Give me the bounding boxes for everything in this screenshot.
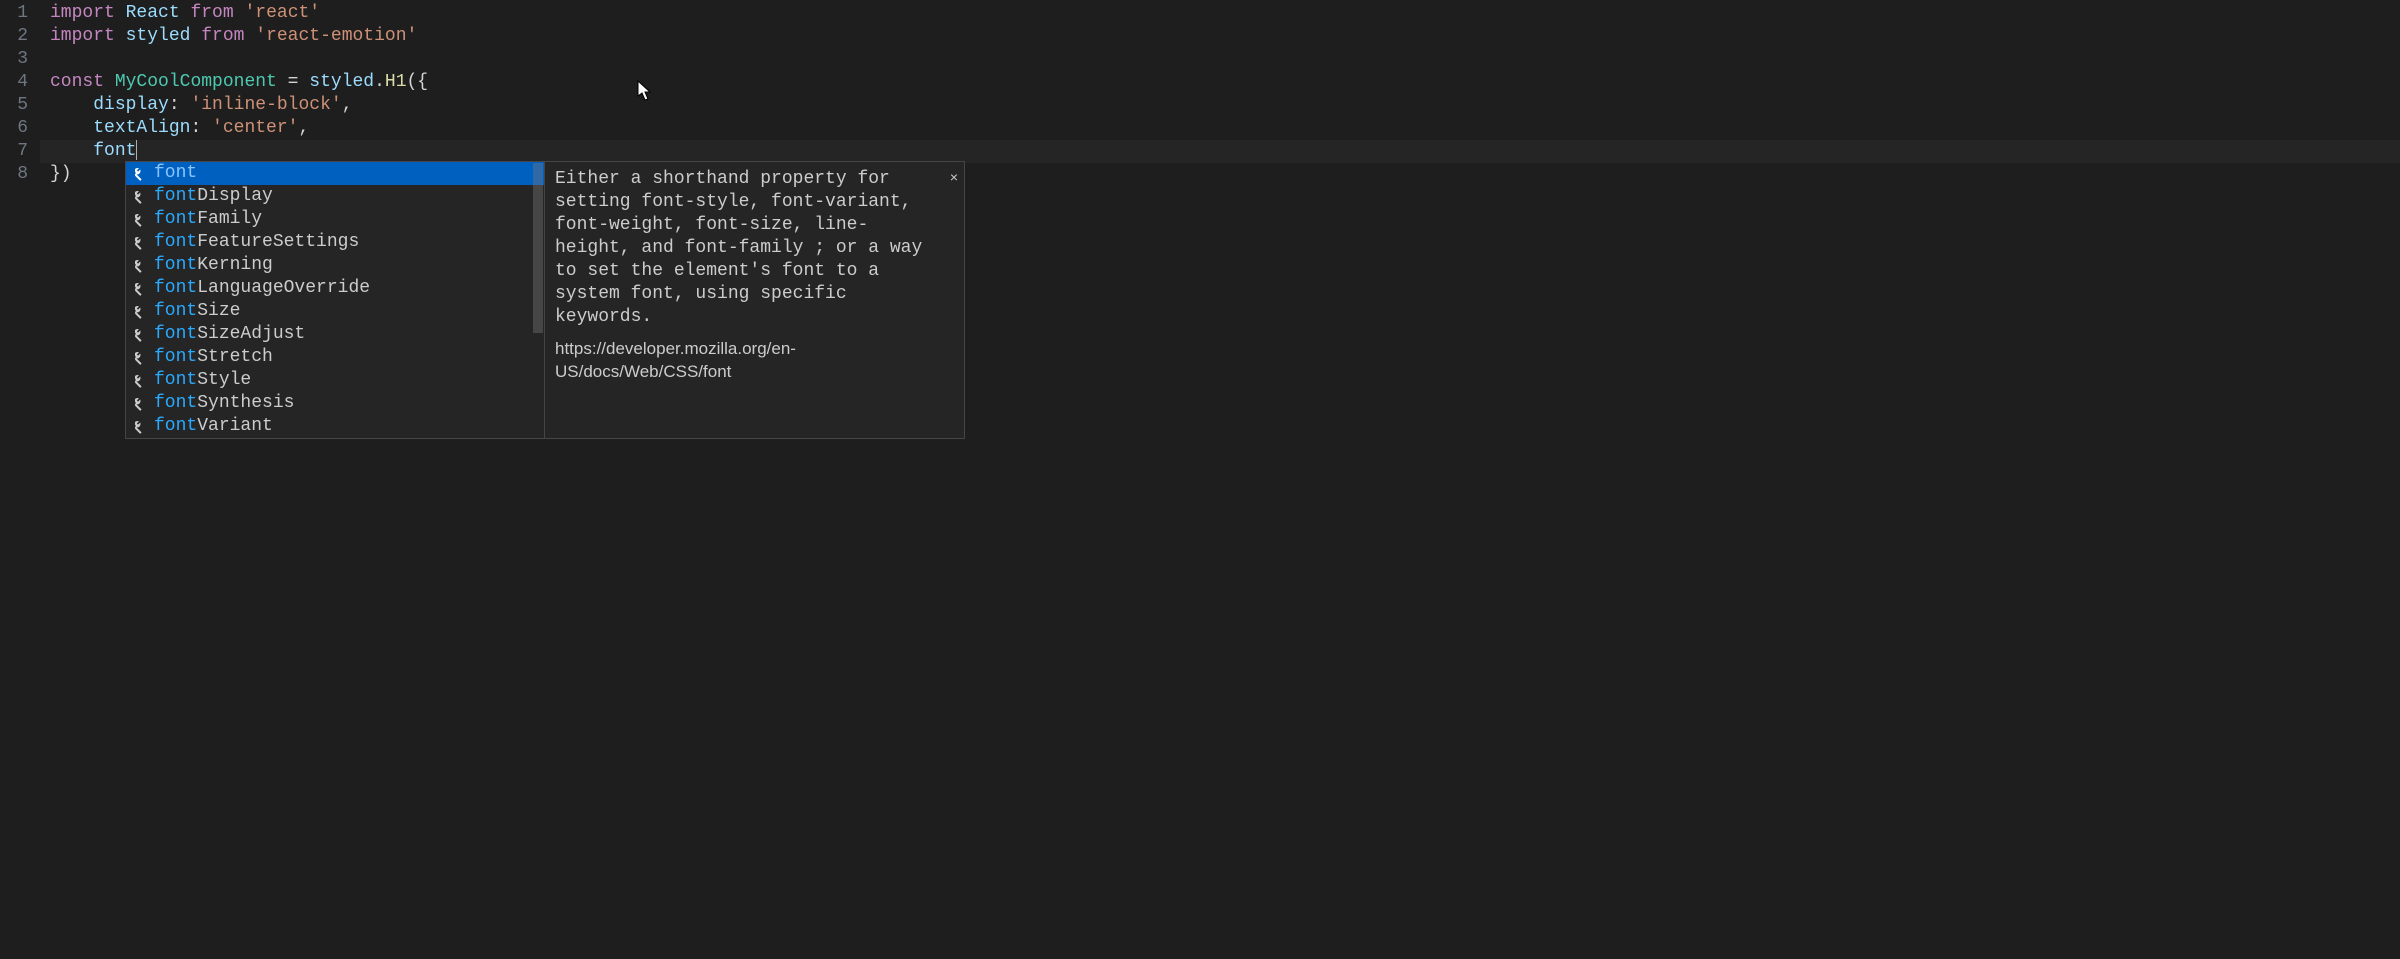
autocomplete-item-label: fontFamily: [154, 208, 262, 231]
indent: [50, 141, 93, 161]
line-number: 6: [0, 117, 28, 140]
line-number: 8: [0, 163, 28, 186]
autocomplete-item-label: fontVariant: [154, 415, 273, 438]
code-line-active[interactable]: font: [40, 140, 2400, 163]
code-line[interactable]: [40, 48, 2400, 71]
autocomplete-item-label: font: [154, 162, 197, 185]
brace: }): [50, 164, 72, 184]
line-number: 2: [0, 25, 28, 48]
autocomplete-item[interactable]: fontVariant: [126, 415, 544, 438]
indent: [50, 95, 93, 115]
wrench-icon: [132, 166, 148, 182]
autocomplete-list[interactable]: fontfontDisplayfontFamilyfontFeatureSett…: [125, 161, 545, 439]
wrench-icon: [132, 419, 148, 435]
autocomplete-item[interactable]: fontFamily: [126, 208, 544, 231]
comma: ,: [342, 95, 353, 115]
autocomplete-doc-link[interactable]: https://developer.mozilla.org/en-US/docs…: [555, 337, 954, 383]
code-line[interactable]: import styled from 'react-emotion': [40, 25, 2400, 48]
type-identifier: MyCoolComponent: [115, 72, 277, 92]
string-literal: 'react': [244, 3, 320, 23]
autocomplete-item[interactable]: font: [126, 162, 544, 185]
code-line[interactable]: textAlign: 'center',: [40, 117, 2400, 140]
wrench-icon: [132, 258, 148, 274]
autocomplete-scrollbar[interactable]: [533, 163, 543, 333]
autocomplete-item[interactable]: fontStretch: [126, 346, 544, 369]
autocomplete-item-label: fontSize: [154, 300, 240, 323]
comma: ,: [298, 118, 309, 138]
string-literal: 'react-emotion': [255, 26, 417, 46]
string-literal: 'inline-block': [190, 95, 341, 115]
autocomplete-item[interactable]: fontStyle: [126, 369, 544, 392]
line-number: 4: [0, 71, 28, 94]
identifier: React: [126, 3, 180, 23]
autocomplete-item-label: fontSizeAdjust: [154, 323, 305, 346]
autocomplete-item-label: fontSynthesis: [154, 392, 294, 415]
wrench-icon: [132, 281, 148, 297]
line-number-gutter: 12345678: [0, 0, 40, 959]
wrench-icon: [132, 350, 148, 366]
wrench-icon: [132, 396, 148, 412]
code-line[interactable]: display: 'inline-block',: [40, 94, 2400, 117]
text-cursor: [136, 140, 137, 160]
string-literal: 'center': [212, 118, 298, 138]
code-editor[interactable]: 12345678 import React from 'react' impor…: [0, 0, 2400, 959]
autocomplete-item[interactable]: fontLanguageOverride: [126, 277, 544, 300]
property: textAlign: [93, 118, 190, 138]
line-number: 3: [0, 48, 28, 71]
autocomplete-item-label: fontKerning: [154, 254, 273, 277]
autocomplete-item-label: fontStretch: [154, 346, 273, 369]
autocomplete-item[interactable]: fontKerning: [126, 254, 544, 277]
autocomplete-doc-panel: × Either a shorthand property for settin…: [545, 161, 965, 439]
code-line[interactable]: import React from 'react': [40, 2, 2400, 25]
autocomplete-item-label: fontFeatureSettings: [154, 231, 359, 254]
identifier: styled: [126, 26, 191, 46]
line-number: 1: [0, 2, 28, 25]
autocomplete-item[interactable]: fontDisplay: [126, 185, 544, 208]
colon: :: [190, 118, 212, 138]
property-typing: font: [93, 141, 136, 161]
line-number: 7: [0, 140, 28, 163]
code-text-area[interactable]: import React from 'react' import styled …: [40, 0, 2400, 959]
wrench-icon: [132, 327, 148, 343]
property: display: [93, 95, 169, 115]
autocomplete-popup[interactable]: fontfontDisplayfontFamilyfontFeatureSett…: [125, 161, 965, 439]
autocomplete-item-label: fontStyle: [154, 369, 251, 392]
autocomplete-item-label: fontDisplay: [154, 185, 273, 208]
wrench-icon: [132, 235, 148, 251]
wrench-icon: [132, 304, 148, 320]
wrench-icon: [132, 373, 148, 389]
autocomplete-item[interactable]: fontFeatureSettings: [126, 231, 544, 254]
autocomplete-item[interactable]: fontSynthesis: [126, 392, 544, 415]
line-number: 5: [0, 94, 28, 117]
close-icon[interactable]: ×: [950, 166, 958, 189]
operator: .: [374, 72, 385, 92]
autocomplete-item[interactable]: fontSize: [126, 300, 544, 323]
keyword: import: [50, 3, 115, 23]
autocomplete-item[interactable]: fontSizeAdjust: [126, 323, 544, 346]
brace: ({: [407, 72, 429, 92]
keyword: import: [50, 26, 115, 46]
autocomplete-item-label: fontLanguageOverride: [154, 277, 370, 300]
keyword: const: [50, 72, 104, 92]
colon: :: [169, 95, 191, 115]
wrench-icon: [132, 212, 148, 228]
identifier: styled: [309, 72, 374, 92]
keyword: from: [201, 26, 244, 46]
operator: =: [277, 72, 309, 92]
code-line[interactable]: const MyCoolComponent = styled.H1({: [40, 71, 2400, 94]
indent: [50, 118, 93, 138]
autocomplete-doc-text: Either a shorthand property for setting …: [555, 168, 954, 329]
wrench-icon: [132, 189, 148, 205]
keyword: from: [190, 3, 233, 23]
function-call: H1: [385, 72, 407, 92]
